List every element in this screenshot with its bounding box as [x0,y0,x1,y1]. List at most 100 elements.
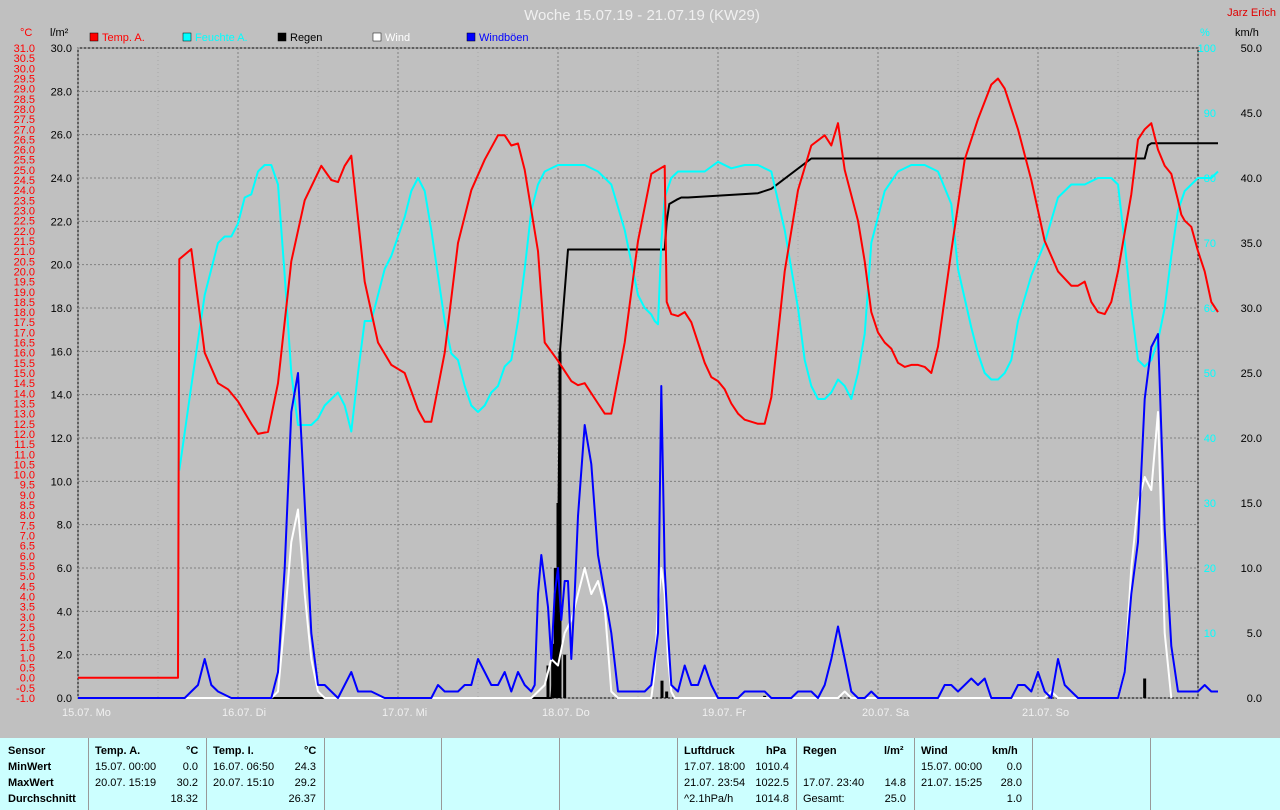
legend-label: Feuchte A. [195,32,248,44]
x-tick-label: 20.07. Sa [862,707,910,719]
humidity-tick-label: 90 [1204,108,1216,120]
legend: Temp. A. Feuchte A. Regen Wind Windböen [89,32,529,44]
temp-i-unit: °C [304,745,317,757]
wind-tick-label: 25.0 [1241,368,1262,380]
luftdruck-name: Luftdruck [684,745,735,757]
wind-unit: km/h [992,745,1018,757]
rain-tick-label: 24.0 [51,173,72,185]
temp-a-min-time: 15.07. 00:00 [95,761,157,773]
temp-i-max-time: 20.07. 15:10 [213,777,275,789]
rain-tick-label: 28.0 [51,86,72,98]
chart-title: Woche 15.07.19 - 21.07.19 (KW29) [524,7,760,24]
temp-a-max-time: 20.07. 15:19 [95,777,157,789]
temp-a-avg: 18.32 [170,793,198,805]
rain-tick-label: 14.0 [51,390,72,402]
rain-tick-label: 4.0 [57,606,72,618]
legend-label: Wind [385,32,410,44]
humidity-tick-label: 100 [1198,43,1216,55]
temp-i-avg: 26.37 [288,793,316,805]
legend-label: Windböen [479,32,529,44]
wind-max-val: 28.0 [1000,777,1022,789]
rain-tick-label: 16.0 [51,346,72,358]
luftdruck-min-time: 17.07. 18:00 [684,761,746,773]
temp-i-min-time: 16.07. 06:50 [213,761,275,773]
wind-tick-label: 50.0 [1241,43,1262,55]
rain-tick-label: 0.0 [57,693,72,705]
humidity-tick-label: 30 [1204,498,1216,510]
regen-unit: l/m² [884,745,904,757]
wind-tick-label: 20.0 [1241,433,1262,445]
stats-header-max: MaxWert [8,777,54,789]
author-label: Jarz Erich [1227,7,1276,19]
stats-panel: Sensor MinWert MaxWert Durchschnitt Temp… [0,738,1280,810]
wind-max-time: 21.07. 15:25 [921,777,983,789]
temp-i-name: Temp. I. [213,745,254,757]
x-tick-label: 18.07. Do [542,707,590,719]
legend-swatch [277,32,287,42]
x-tick-label: 17.07. Mi [382,707,427,719]
legend-swatch [372,32,382,42]
rain-tick-label: 18.0 [51,303,72,315]
temp-axis-unit: °C [20,27,32,39]
humidity-tick-label: 10 [1204,628,1216,640]
legend-label: Temp. A. [102,32,145,44]
legend-label: Regen [290,32,322,44]
wind-tick-label: 30.0 [1241,303,1262,315]
rain-axis-unit: l/m² [50,27,69,39]
humidity-tick-label: 20 [1204,563,1216,575]
wind-name: Wind [921,745,948,757]
temp-i-max-val: 29.2 [294,777,316,789]
rain-tick-label: 10.0 [51,476,72,488]
wind-min-val: 0.0 [1006,761,1022,773]
temp-a-name: Temp. A. [95,745,141,757]
temp-a-max-val: 30.2 [176,777,198,789]
humidity-tick-label: 40 [1204,433,1216,445]
legend-swatch [89,32,99,42]
temp-a-min-val: 0.0 [182,761,198,773]
luftdruck-avg: 1014.8 [755,793,789,805]
wind-tick-label: 5.0 [1247,628,1262,640]
regen-name: Regen [803,745,837,757]
temp-i-min-val: 24.3 [294,761,316,773]
regen-max-val: 14.8 [884,777,906,789]
x-tick-label: 19.07. Fr [702,707,746,719]
humidity-tick-label: 70 [1204,238,1216,250]
rain-tick-label: 22.0 [51,216,72,228]
luftdruck-avg-label: ^2.1hPa/h [684,793,734,805]
rain-tick-label: 26.0 [51,130,72,142]
stats-header-avg: Durchschnitt [8,793,76,805]
rain-tick-label: 20.0 [51,260,72,272]
stats-header-min: MinWert [8,761,52,773]
wind-tick-label: 45.0 [1241,108,1262,120]
legend-swatch [466,32,476,42]
weather-chart: -1.0-0.50.00.51.01.52.02.53.03.54.04.55.… [14,7,1276,719]
temp-a-unit: °C [186,745,199,757]
x-tick-label: 15.07. Mo [62,707,111,719]
stats-header-sensor: Sensor [8,745,46,757]
x-tick-label: 21.07. So [1022,707,1069,719]
rain-tick-label: 2.0 [57,650,72,662]
luftdruck-unit: hPa [766,745,787,757]
wind-min-time: 15.07. 00:00 [921,761,983,773]
luftdruck-max-val: 1022.5 [755,777,789,789]
luftdruck-max-time: 21.07. 23:54 [684,777,746,789]
rain-tick-label: 30.0 [51,43,72,55]
wind-tick-label: 10.0 [1241,563,1262,575]
regen-avg-label: Gesamt: [803,793,845,805]
temp-tick-label: 31.0 [14,43,35,55]
humidity-tick-label: 50 [1204,368,1216,380]
wind-tick-label: 15.0 [1241,498,1262,510]
regen-avg: 25.0 [884,793,906,805]
wind-tick-label: 35.0 [1241,238,1262,250]
rain-tick-label: 8.0 [57,520,72,532]
wind-tick-label: 0.0 [1247,693,1262,705]
luftdruck-min-val: 1010.4 [755,761,789,773]
wind-tick-label: 40.0 [1241,173,1262,185]
rain-tick-label: 12.0 [51,433,72,445]
regen-max-time: 17.07. 23:40 [803,777,865,789]
x-tick-label: 16.07. Di [222,707,266,719]
rain-tick-label: 6.0 [57,563,72,575]
wind-axis-unit: km/h [1235,27,1259,39]
wind-avg: 1.0 [1006,793,1022,805]
humidity-axis-unit: % [1200,27,1210,39]
